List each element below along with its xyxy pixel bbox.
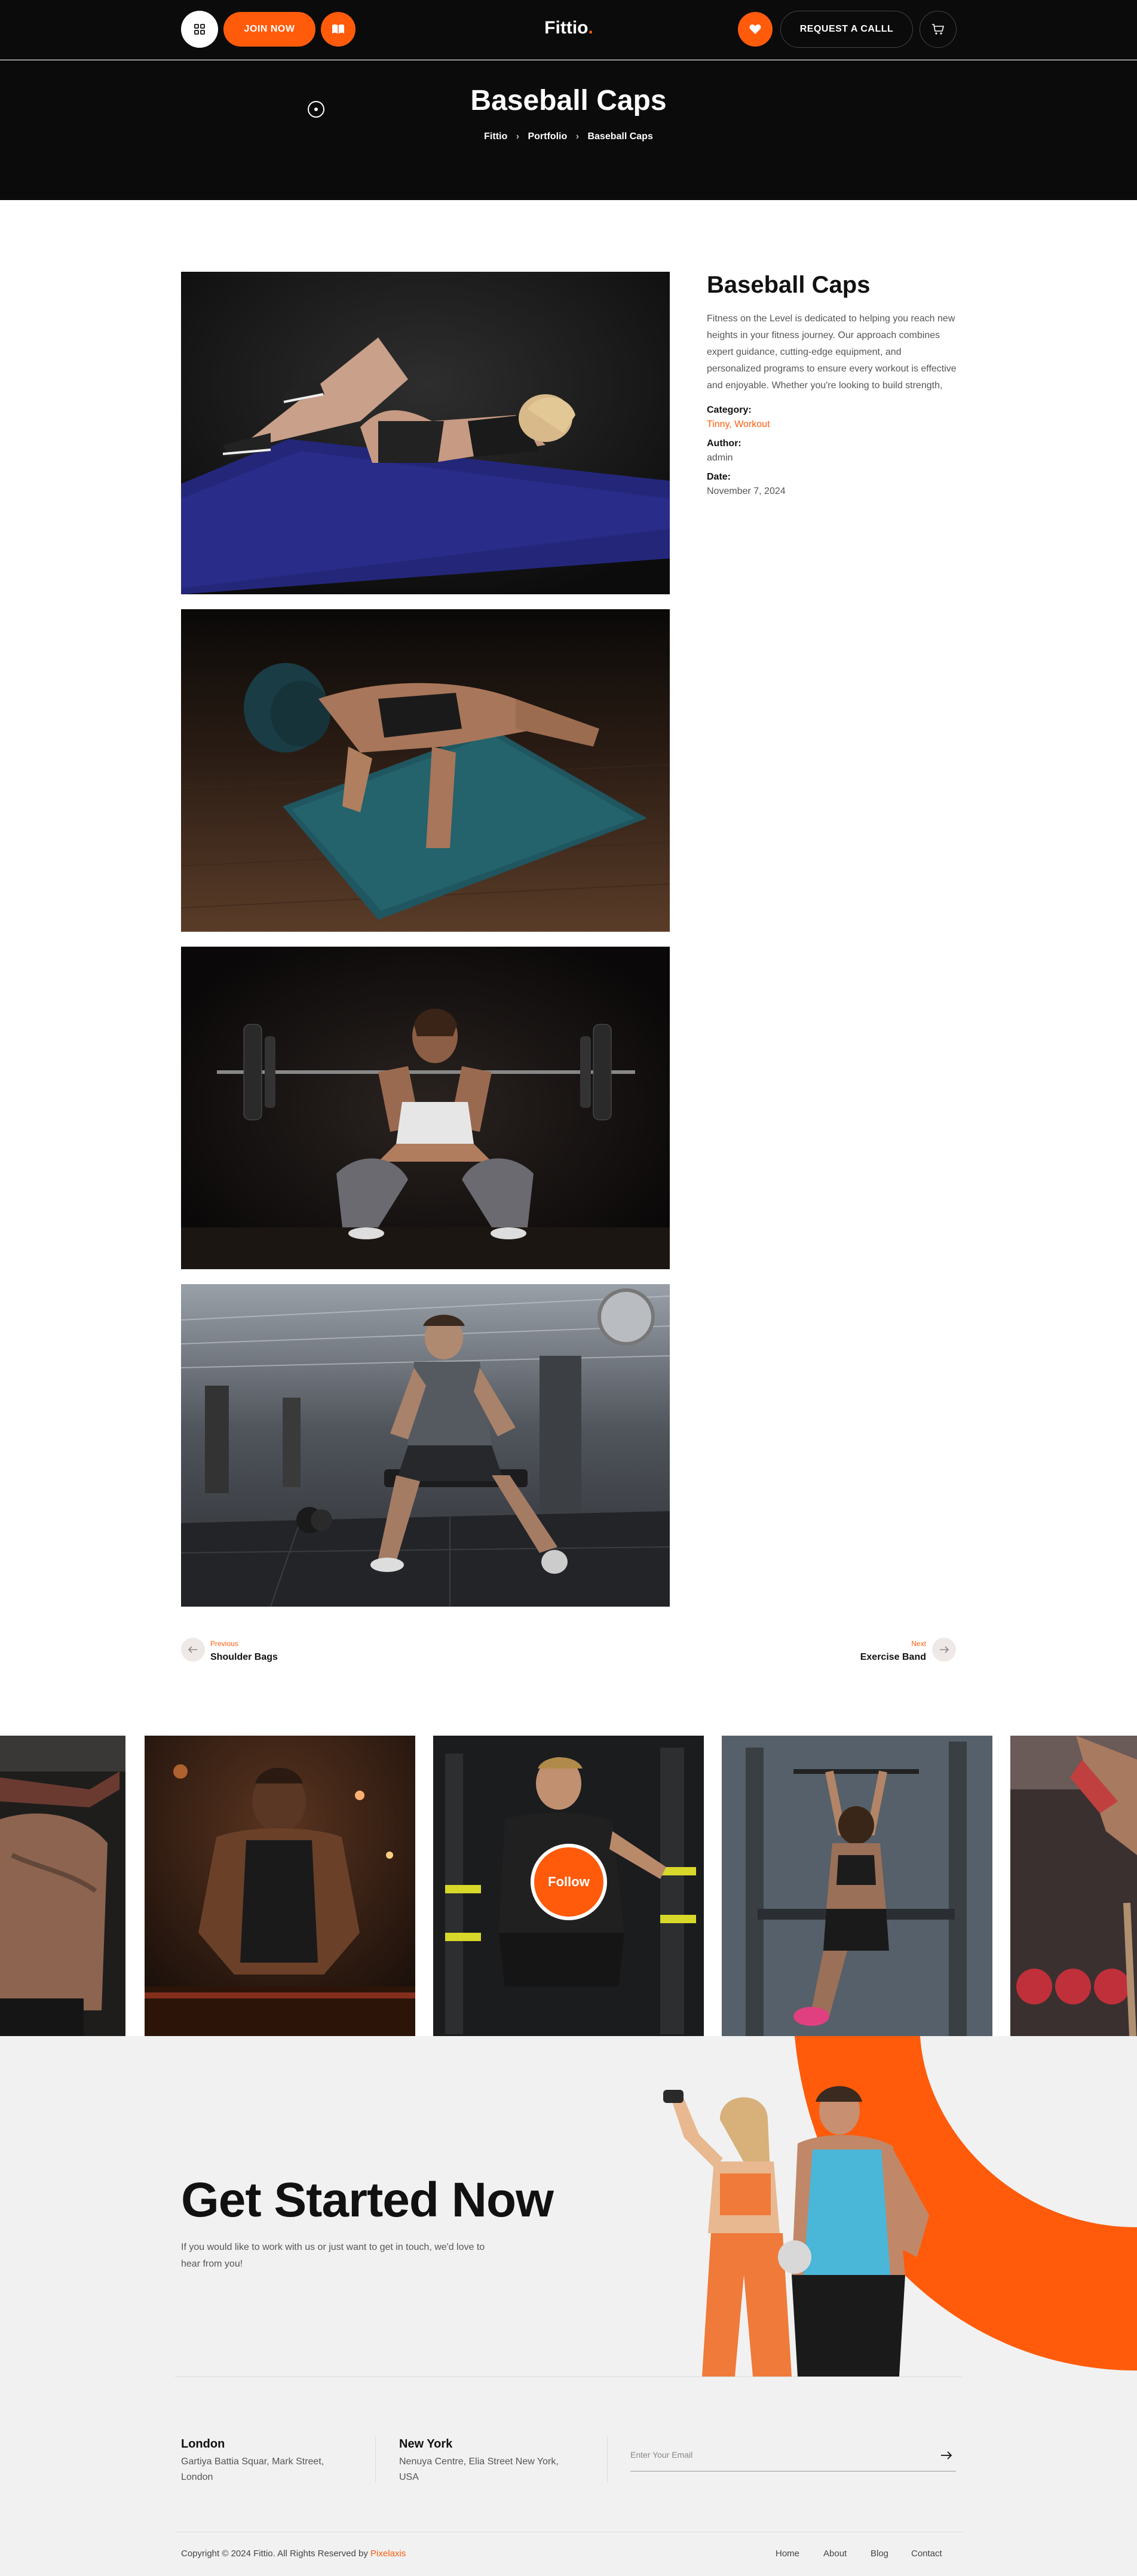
breadcrumb-current: Baseball Caps [587,131,653,142]
london-address: Gartiya Battia Squar, Mark Street, Londo… [181,2457,324,2482]
previous-post-button[interactable] [181,1638,205,1662]
site-logo[interactable]: Fittio. [538,18,600,38]
cta-title: Get Started Now [181,2173,554,2227]
chevron-right-icon: › [516,131,520,142]
date-value: November 7, 2024 [707,486,786,496]
next-post-title[interactable]: Exercise Band [836,1652,926,1663]
arrow-left-icon [188,1646,197,1653]
gallery-photo-2 [181,609,670,932]
footer-link-contact[interactable]: Contact [911,2549,942,2559]
grid-icon [194,24,205,35]
instagram-photo-5[interactable] [1010,1736,1137,2036]
chevron-right-icon: › [575,131,580,142]
page-hero: Baseball Caps Fittio › Portfolio › Baseb… [0,60,1137,200]
next-post-button[interactable] [932,1638,956,1662]
previous-post-title[interactable]: Shoulder Bags [210,1652,278,1663]
instagram-photo-4[interactable] [722,1736,992,2036]
divider [607,2436,608,2483]
instagram-photo-2[interactable] [145,1736,415,2036]
previous-label: Previous [210,1639,238,1648]
new-york-title: New York [399,2437,453,2451]
wishlist-button[interactable] [738,12,773,47]
menu-grid-button[interactable] [181,11,218,48]
instagram-follow-button[interactable]: Follow [531,1844,607,1920]
copyright-text: Copyright © 2024 Fittio. All Rights Rese… [181,2549,371,2559]
breadcrumb-portfolio[interactable]: Portfolio [528,131,567,142]
copyright: Copyright © 2024 Fittio. All Rights Rese… [181,2549,406,2559]
book-icon [332,24,344,34]
next-label: Next [911,1639,926,1648]
new-york-address: Nenuya Centre, Elia Street New York, USA [399,2457,559,2482]
page-title: Baseball Caps [470,85,667,116]
cta-subtitle: If you would like to work with us or jus… [181,2242,485,2269]
breadcrumb: Fittio › Portfolio › Baseball Caps [0,131,1137,142]
gallery-photo-4 [181,1284,670,1607]
london-title: London [181,2437,225,2451]
get-started-section: Get Started Now If you would like to wor… [0,2036,1137,2576]
gallery-photo-3 [181,947,670,1269]
breadcrumb-home[interactable]: Fittio [484,131,507,142]
request-call-button[interactable]: REQUEST A CALLL [780,11,913,48]
arrow-right-icon [941,2451,952,2460]
instagram-photo-1[interactable] [0,1736,125,2036]
footer-link-blog[interactable]: Blog [871,2549,888,2559]
cart-icon [932,24,945,35]
author-label: Author: [707,438,741,449]
brand-link[interactable]: Pixelaxis [370,2549,406,2559]
email-input[interactable]: Enter Your Email [630,2450,692,2460]
date-label: Date: [707,472,731,482]
couple-fitness-photo [663,2086,929,2377]
category-label: Category: [707,405,752,415]
join-now-button[interactable]: JOIN NOW [223,12,315,47]
gallery-photo-1 [181,272,670,594]
footer-link-about[interactable]: About [823,2549,847,2559]
details-description: Fitness on the Level is dedicated to hel… [707,314,957,391]
divider [375,2436,376,2483]
subscribe-button[interactable] [939,2448,954,2463]
logo-dot: . [588,18,593,38]
category-value[interactable]: Tinny, Workout [707,419,958,430]
author-value: admin [707,453,733,463]
heart-icon [749,24,761,34]
arrow-right-icon [940,1646,949,1653]
site-header: JOIN NOW Fittio. REQUEST A CALLL [0,0,1137,60]
footer-link-home[interactable]: Home [776,2549,799,2559]
logo-text: Fittio [544,18,589,38]
book-button[interactable] [321,12,355,47]
details-title: Baseball Caps [707,272,871,298]
cart-button[interactable] [920,11,957,48]
portfolio-details: Baseball Caps Fitness on the Level is de… [707,272,958,505]
